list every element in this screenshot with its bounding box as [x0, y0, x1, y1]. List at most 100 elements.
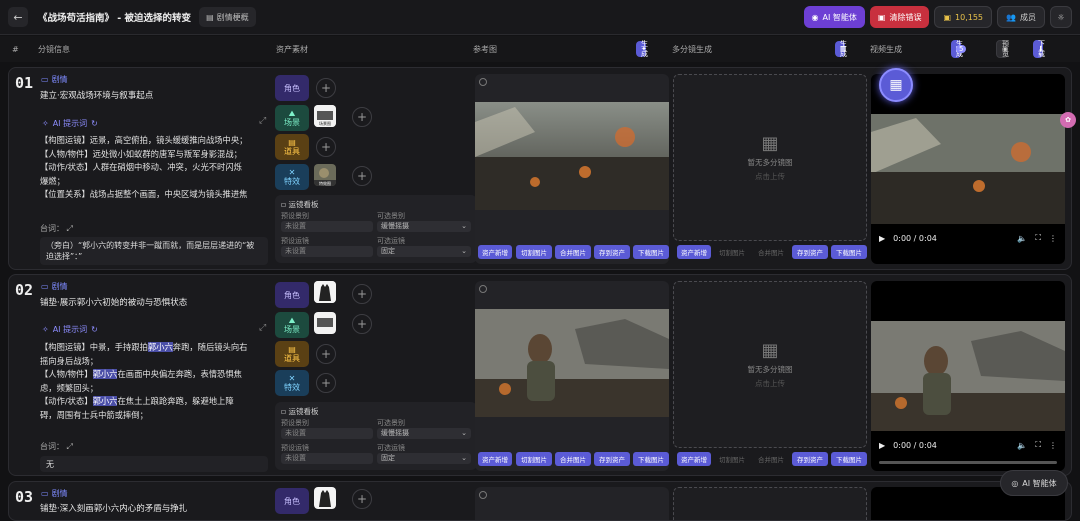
preset-shot-field[interactable]: 未设置 [281, 221, 373, 232]
synopsis-button[interactable]: ▤ 剧情梗概 [199, 7, 256, 27]
save-asset-button[interactable]: 存到资产 [594, 245, 630, 259]
scene-thumbnail[interactable] [314, 312, 336, 334]
asset-role-button[interactable]: 角色 [275, 75, 309, 101]
asset-add-button[interactable]: 资产新增 [478, 245, 512, 259]
expand-icon[interactable]: ⤢ [67, 442, 73, 451]
members-button[interactable]: 👥 成员 [997, 6, 1045, 28]
crop-image-button[interactable]: 切割图片 [516, 245, 552, 259]
multi-merge-button[interactable]: 合并图片 [753, 245, 789, 259]
play-icon[interactable]: ▶ [879, 234, 885, 243]
add-role-button[interactable]: + [352, 489, 372, 509]
more-icon[interactable]: ⋮ [1049, 441, 1057, 450]
multi-shot-upload[interactable]: ▦ 暂无多分镜图 点击上传 [673, 281, 867, 448]
save-asset-button[interactable]: 存到资产 [594, 452, 630, 466]
multi-crop-button[interactable]: 切割图片 [714, 452, 750, 466]
multi-asset-add-button[interactable]: 资产新增 [677, 245, 711, 259]
asset-add-button[interactable]: 资产新增 [478, 452, 512, 466]
preset-move-field[interactable]: 未设置 [281, 246, 373, 257]
shot-number: 02 [15, 281, 34, 299]
expand-icon[interactable]: ⤢ [259, 323, 266, 333]
asset-role-button[interactable]: 角色 [275, 282, 309, 308]
ai-agent-button[interactable]: ◉ AI 智能体 [803, 6, 865, 28]
back-button[interactable]: ← [8, 7, 28, 27]
download-image-button[interactable]: 下载图片 [633, 452, 669, 466]
prompt-text[interactable]: 【构图运镜】中景，手持跟拍郭小六奔跑，随后镜头向右 摇向身后战场； 【人物/物件… [40, 341, 274, 423]
dialogue-box[interactable]: （旁白）“郭小六的转变并非一蹴而就，而是层层递进的“被迫选择”：” [40, 237, 268, 265]
multi-crop-button[interactable]: 切割图片 [714, 245, 750, 259]
scene-thumbnail[interactable]: 场景图 [314, 105, 336, 127]
prompt-text[interactable]: 【构图运镜】远景，高空俯拍，镜头缓缓推向战场中央； 【人物/物件】远处微小如蚁群… [40, 134, 274, 202]
preset-shot-field[interactable]: 未设置 [281, 428, 373, 439]
expand-icon[interactable]: ⤢ [259, 116, 266, 126]
multi-save-asset-button[interactable]: 存到资产 [792, 245, 828, 259]
reference-image[interactable] [475, 309, 669, 417]
multi-generate-button[interactable]: ▦ 生成 [835, 40, 847, 58]
add-fx-button[interactable]: + [352, 166, 372, 186]
grid-view-button[interactable]: ▦ [879, 68, 913, 102]
reference-panel [475, 487, 669, 520]
asset-scene-button[interactable]: ⛰ 场景 [275, 312, 309, 338]
video-generate-button[interactable]: ▶生成5 [951, 40, 967, 58]
multi-shot-upload[interactable] [673, 487, 867, 520]
multi-merge-button[interactable]: 合并图片 [753, 452, 789, 466]
fx-thumbnail[interactable]: 特效图 [314, 164, 336, 186]
select-radio[interactable] [479, 285, 487, 293]
multi-shot-upload[interactable]: ▦ 暂无多分镜图 点击上传 [673, 74, 867, 241]
ai-agent-float-button[interactable]: ◎ AI 智能体 [1000, 470, 1068, 496]
optional-shot-select[interactable]: 缓慢摇摄 ⌄ [377, 221, 471, 232]
video-player[interactable]: ▶ 0:00 / 0:04 🔈 ⛶ ⋮ [871, 74, 1065, 264]
preset-move-label: 预设运镜 [281, 237, 309, 245]
add-role-button[interactable]: + [316, 78, 336, 98]
asset-fx-button[interactable]: ✕ 特效 [275, 164, 309, 190]
select-radio[interactable] [479, 491, 487, 499]
volume-icon[interactable]: 🔈 [1017, 234, 1027, 243]
coin-icon: ▣ [943, 12, 952, 22]
reference-generate-button[interactable]: ✦ 生成 [636, 40, 648, 58]
video-player[interactable]: ▶ 0:00 / 0:04 🔈 ⛶ ⋮ [871, 281, 1065, 471]
theme-toggle-button[interactable]: ☼ [1050, 6, 1072, 28]
merge-image-button[interactable]: 合并图片 [555, 245, 591, 259]
add-role-button[interactable]: + [352, 284, 372, 304]
optional-move-select[interactable]: 固定 ⌄ [377, 246, 471, 257]
plot-tag: ▭ 剧情 [41, 489, 68, 498]
asset-prop-button[interactable]: ▤ 道具 [275, 341, 309, 367]
clear-errors-button[interactable]: ▣ 清除错误 [869, 6, 930, 28]
download-all-button[interactable]: ⬇ 下载 [1033, 40, 1045, 58]
reference-image[interactable] [475, 102, 669, 210]
add-scene-button[interactable]: + [352, 107, 372, 127]
more-icon[interactable]: ⋮ [1049, 234, 1057, 243]
role-thumbnail[interactable] [314, 281, 336, 303]
video-progress-bar[interactable] [879, 461, 1057, 464]
multi-save-asset-button[interactable]: 存到资产 [792, 452, 828, 466]
asset-role-button[interactable]: 角色 [275, 488, 309, 514]
select-radio[interactable] [479, 78, 487, 86]
multi-download-button[interactable]: 下载图片 [831, 452, 867, 466]
ai-prompt-label[interactable]: ✧ AI 提示词 ↻ [42, 118, 98, 129]
role-thumbnail[interactable] [314, 487, 336, 509]
fullscreen-icon[interactable]: ⛶ [1035, 233, 1041, 243]
merge-image-button[interactable]: 合并图片 [555, 452, 591, 466]
play-icon[interactable]: ▶ [879, 441, 885, 450]
multi-asset-add-button[interactable]: 资产新增 [677, 452, 711, 466]
fullscreen-icon[interactable]: ⛶ [1035, 440, 1041, 450]
asset-scene-button[interactable]: ⛰ 场景 [275, 105, 309, 131]
add-prop-button[interactable]: + [316, 137, 336, 157]
preview-button[interactable]: ◉ 预览 [996, 40, 1009, 58]
dialogue-box[interactable]: 无 [40, 456, 268, 472]
side-badge-icon[interactable]: ✿ [1060, 112, 1076, 128]
optional-move-select[interactable]: 固定 ⌄ [377, 453, 471, 464]
volume-icon[interactable]: 🔈 [1017, 441, 1027, 450]
add-prop-button[interactable]: + [316, 344, 336, 364]
download-image-button[interactable]: 下载图片 [633, 245, 669, 259]
preset-move-field[interactable]: 未设置 [281, 453, 373, 464]
asset-prop-button[interactable]: ▤ 道具 [275, 134, 309, 160]
add-scene-button[interactable]: + [352, 314, 372, 334]
add-fx-button[interactable]: + [316, 373, 336, 393]
asset-fx-button[interactable]: ✕ 特效 [275, 370, 309, 396]
optional-shot-select[interactable]: 缓慢摇摄 ⌄ [377, 428, 471, 439]
multi-download-button[interactable]: 下载图片 [831, 245, 867, 259]
crop-image-button[interactable]: 切割图片 [516, 452, 552, 466]
credits-badge[interactable]: ▣ 10,155 [934, 6, 993, 28]
expand-icon[interactable]: ⤢ [67, 224, 73, 233]
ai-prompt-label[interactable]: ✧ AI 提示词 ↻ [42, 324, 98, 335]
